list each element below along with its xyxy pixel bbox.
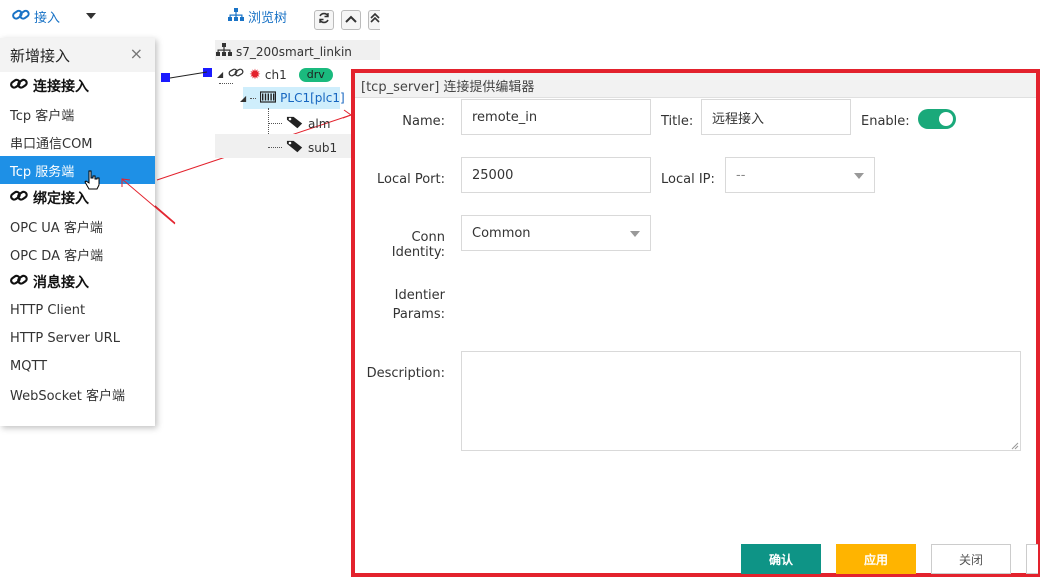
collapse-up-button[interactable] [341,10,361,30]
conn-identity-value: Common [472,225,531,241]
tcp-server-editor: [tcp_server] 连接提供编辑器 Name: remote_in Tit… [351,69,1040,577]
ok-button[interactable]: 确认 [741,544,821,574]
tree-connector [219,83,233,84]
tree-device-label: PLC1[plc1] [280,91,345,105]
chain-icon [227,67,245,82]
tree-channel-node[interactable]: ◢ ✹ ch1 drv [217,67,333,82]
identier-label-line1: Identier [394,288,445,303]
tag-icon [286,139,304,156]
menu-item-mqtt[interactable]: MQTT [0,352,155,380]
menu-item-http-client[interactable]: HTTP Client [0,296,155,324]
menu-header: 新增接入 × [0,38,155,72]
dropdown-caret-icon[interactable] [86,13,96,19]
menu-item-label: Tcp 服务端 [10,164,75,180]
conn-identity-select[interactable]: Common [461,215,651,251]
identier-params-label: Identier Params: [355,288,445,322]
tree-tag-label: alm [308,116,331,131]
tree-tag-label: sub1 [308,140,338,155]
refresh-button[interactable] [314,10,334,30]
menu-item-serial-com[interactable]: 串口通信COM [0,128,155,156]
sitemap-icon [216,43,232,60]
enable-label: Enable: [861,114,910,129]
tree-tag-node[interactable]: alm [268,115,330,132]
tree-root-label: s7_200smart_linkin [236,44,352,59]
menu-item-http-server-url[interactable]: HTTP Server URL [0,324,155,352]
close-icon[interactable]: × [130,44,143,63]
device-icon [260,90,277,106]
refresh-icon [318,12,330,28]
apply-button[interactable]: 应用 [836,544,916,574]
tree-tag-node[interactable]: sub1 [268,139,337,156]
resize-handle-icon[interactable] [1011,439,1019,454]
drv-badge: drv [298,67,333,82]
link-icon [10,189,28,207]
tag-icon [286,115,304,132]
hand-cursor-icon [84,170,100,194]
local-ip-value: -- [736,167,746,183]
local-port-input[interactable]: 25000 [461,157,651,193]
menu-section-label: 绑定接入 [33,191,89,207]
link-icon [10,77,28,95]
chevron-up-icon [345,13,357,28]
local-ip-label: Local IP: [661,172,715,187]
annotation-arrow [121,178,176,225]
expand-triangle-icon: ◢ [217,70,224,79]
name-label: Name: [402,114,445,129]
tree-connector [268,147,282,148]
identier-label-line2: Params: [392,307,445,322]
local-port-label: Local Port: [377,172,445,187]
chevron-down-icon [854,173,864,179]
toggle-knob [939,112,953,126]
menu-item-opcda-client[interactable]: OPC DA 客户端 [0,240,155,268]
description-textarea[interactable] [461,351,1021,451]
expand-triangle-icon: ◢ [240,93,247,103]
menu-item-websocket-client[interactable]: WebSocket 客户端 [0,380,155,408]
sitemap-icon [228,7,244,26]
chevron-down-icon [630,231,640,237]
double-chevron-up-icon [369,12,380,28]
description-label: Description: [366,366,445,381]
tree-connector [250,97,257,99]
menu-title: 新增接入 [10,46,71,65]
tree-connector [268,123,282,124]
menu-section-label: 连接接入 [33,79,89,95]
title-label: Title: [661,114,694,129]
close-button[interactable]: 关闭 [931,544,1011,574]
connect-menu-button[interactable]: 接入 [12,7,60,26]
title-input[interactable]: 远程接入 [701,99,851,135]
menu-section-label: 消息接入 [33,275,89,291]
menu-section-connect: 连接接入 [0,72,155,100]
conn-identity-label: Conn Identity: [391,230,445,260]
name-input[interactable]: remote_in [461,99,651,135]
add-connection-menu: 新增接入 × 连接接入 Tcp 客户端 串口通信COM Tcp 服务端 绑定接入… [0,38,155,426]
browse-label: 浏览树 [248,11,288,26]
enable-toggle[interactable] [918,109,956,129]
link-icon [12,8,30,26]
menu-item-tcp-client[interactable]: Tcp 客户端 [0,100,155,128]
gear-icon: ✹ [249,66,261,83]
connect-label: 接入 [34,11,61,26]
local-ip-select[interactable]: -- [725,157,875,193]
tree-device-node[interactable]: ◢ PLC1[plc1] [240,90,345,106]
extra-button[interactable] [1026,544,1038,574]
collapse-all-button[interactable] [368,10,380,30]
menu-section-message: 消息接入 [0,268,155,296]
tree-channel-label: ch1 [264,67,287,82]
browse-tree-button[interactable]: 浏览树 [228,7,287,26]
tree-root-node[interactable]: s7_200smart_linkin [216,43,352,60]
editor-title: [tcp_server] 连接提供编辑器 [355,73,1036,98]
link-icon [10,273,28,291]
